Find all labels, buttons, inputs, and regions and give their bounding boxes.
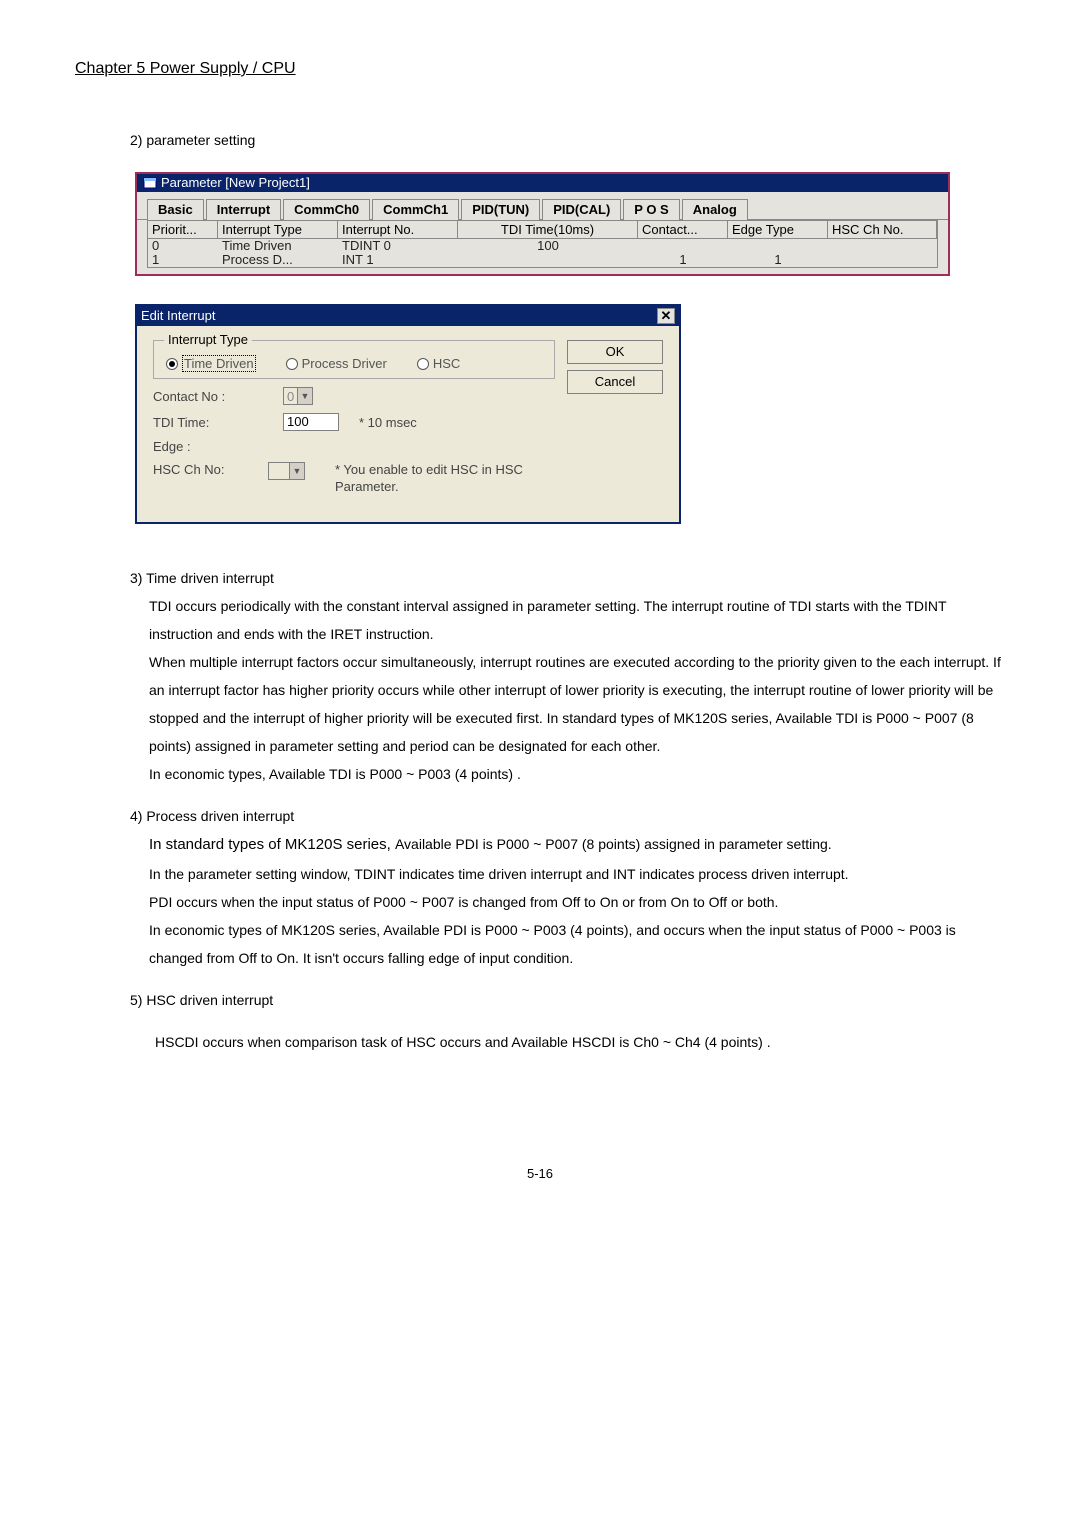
chapter-header: Chapter 5 Power Supply / CPU <box>75 60 1005 78</box>
contact-no-label: Contact No : <box>153 389 277 404</box>
col-interrupt-type[interactable]: Interrupt Type <box>218 221 338 238</box>
col-contact[interactable]: Contact... <box>638 221 728 238</box>
ok-button[interactable]: OK <box>567 340 663 364</box>
paragraph: In standard types of MK120S series, Avai… <box>149 830 1005 860</box>
cell: 1 <box>148 253 218 267</box>
dialog-title: Edit Interrupt <box>141 306 215 326</box>
cell <box>458 253 638 267</box>
tab-pidcal[interactable]: PID(CAL) <box>542 199 621 220</box>
radio-icon <box>417 358 429 370</box>
close-button[interactable]: ✕ <box>657 308 675 324</box>
hsc-note: * You enable to edit HSC in HSC Paramete… <box>335 462 555 496</box>
paragraph: In economic types, Available TDI is P000… <box>149 760 1005 788</box>
dialog-titlebar: Edit Interrupt ✕ <box>137 306 679 326</box>
paragraph: In economic types of MK120S series, Avai… <box>149 916 1005 972</box>
chevron-down-icon: ▼ <box>289 463 304 479</box>
select-value: 0 <box>284 389 294 404</box>
chevron-down-icon: ▼ <box>297 388 312 404</box>
group-legend: Interrupt Type <box>164 332 252 347</box>
parameter-window-titlebar: Parameter [New Project1] <box>137 174 948 192</box>
hsc-ch-no-select[interactable]: ▼ <box>268 462 305 480</box>
lead: In standard types of MK120S series, <box>149 836 395 853</box>
tab-basic[interactable]: Basic <box>147 199 204 220</box>
parameter-window: Parameter [New Project1] Basic Interrupt… <box>135 172 950 276</box>
tab-analog[interactable]: Analog <box>682 199 748 220</box>
page-number: 5-16 <box>75 1166 1005 1181</box>
cell <box>828 239 937 253</box>
hsc-ch-no-label: HSC Ch No: <box>153 462 262 477</box>
cell: Process D... <box>218 253 338 267</box>
parameter-tabs: Basic Interrupt CommCh0 CommCh1 PID(TUN)… <box>137 192 948 220</box>
cancel-button[interactable]: Cancel <box>567 370 663 394</box>
col-tdi-time[interactable]: TDI Time(10ms) <box>458 221 638 238</box>
cell: 1 <box>728 253 828 267</box>
window-icon <box>143 176 157 190</box>
section-5-title: 5) HSC driven interrupt <box>130 986 1005 1014</box>
cell: 100 <box>458 239 638 253</box>
cell: TDINT 0 <box>338 239 458 253</box>
cell <box>828 253 937 267</box>
edit-interrupt-dialog: Edit Interrupt ✕ Interrupt Type Time Dri… <box>135 304 681 524</box>
section-3-title: 3) Time driven interrupt <box>130 564 1005 592</box>
paragraph: In the parameter setting window, TDINT i… <box>149 860 1005 888</box>
radio-label: HSC <box>433 356 460 371</box>
radio-time-driven[interactable]: Time Driven <box>166 355 256 372</box>
table-row[interactable]: 1 Process D... INT 1 1 1 <box>148 253 937 267</box>
cell: INT 1 <box>338 253 458 267</box>
col-hsc-ch-no[interactable]: HSC Ch No. <box>828 221 937 238</box>
radio-label: Time Driven <box>182 355 256 372</box>
rest: Available PDI is P000 ~ P007 (8 points) … <box>395 836 832 852</box>
tdi-time-input[interactable]: 100 <box>283 413 339 431</box>
section-2-label: 2) parameter setting <box>130 132 1005 148</box>
radio-icon <box>166 358 178 370</box>
paragraph: When multiple interrupt factors occur si… <box>149 648 1005 760</box>
grid-header: Priorit... Interrupt Type Interrupt No. … <box>147 220 938 239</box>
radio-hsc[interactable]: HSC <box>417 355 460 372</box>
radio-icon <box>286 358 298 370</box>
tab-interrupt[interactable]: Interrupt <box>206 199 281 220</box>
cell <box>728 239 828 253</box>
table-row[interactable]: 0 Time Driven TDINT 0 100 <box>148 239 937 253</box>
tdi-time-hint: * 10 msec <box>359 415 417 430</box>
edge-label: Edge : <box>153 439 277 454</box>
col-interrupt-no[interactable]: Interrupt No. <box>338 221 458 238</box>
tab-commch1[interactable]: CommCh1 <box>372 199 459 220</box>
paragraph: TDI occurs periodically with the constan… <box>149 592 1005 648</box>
col-edge-type[interactable]: Edge Type <box>728 221 828 238</box>
col-priority[interactable]: Priorit... <box>148 221 218 238</box>
paragraph: HSCDI occurs when comparison task of HSC… <box>155 1028 1005 1056</box>
tab-pidtun[interactable]: PID(TUN) <box>461 199 540 220</box>
contact-no-select[interactable]: 0 ▼ <box>283 387 313 405</box>
cell: 1 <box>638 253 728 267</box>
parameter-window-title: Parameter [New Project1] <box>161 174 310 192</box>
paragraph: PDI occurs when the input status of P000… <box>149 888 1005 916</box>
tab-commch0[interactable]: CommCh0 <box>283 199 370 220</box>
interrupt-type-group: Interrupt Type Time Driven Process Drive… <box>153 340 555 379</box>
tab-pos[interactable]: P O S <box>623 199 679 220</box>
cell: 0 <box>148 239 218 253</box>
section-4-title: 4) Process driven interrupt <box>130 802 1005 830</box>
cell <box>638 239 728 253</box>
radio-process-driver[interactable]: Process Driver <box>286 355 387 372</box>
cell: Time Driven <box>218 239 338 253</box>
tdi-time-label: TDI Time: <box>153 415 277 430</box>
parameter-grid: Priorit... Interrupt Type Interrupt No. … <box>137 220 948 274</box>
radio-label: Process Driver <box>302 356 387 371</box>
